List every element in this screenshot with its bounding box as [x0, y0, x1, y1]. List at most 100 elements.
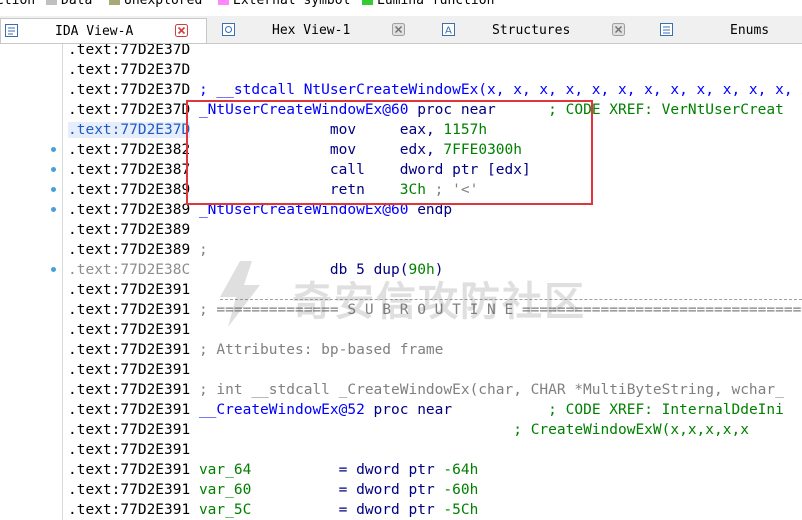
tab-hex-view-1[interactable]: Hex View-1	[208, 18, 414, 43]
svg-text:A: A	[445, 26, 452, 37]
address: .text:77D2E391	[68, 322, 191, 338]
comment: ;	[190, 242, 208, 258]
comment: ; Attributes: bp-based frame	[190, 342, 444, 358]
legend-swatch	[46, 0, 57, 5]
address: .text:77D2E37D	[68, 82, 191, 98]
code-line[interactable]: .text:77D2E391 ; int __stdcall _CreateWi…	[68, 380, 784, 400]
code-xref[interactable]: ; CreateWindowExW(x,x,x,x,x	[513, 422, 749, 438]
code-line[interactable]: .text:77D2E38C db 5 dup(90h)	[68, 260, 443, 280]
legend-item-lumina-function: Lumina function	[362, 0, 494, 8]
address: .text:77D2E389	[68, 182, 191, 198]
address: .text:77D2E391	[68, 502, 191, 518]
address: .text:77D2E387	[68, 162, 191, 178]
address: .text:77D2E391	[68, 482, 191, 498]
stack-var-offset: -5Ch	[443, 502, 479, 518]
address: .text:77D2E389	[68, 202, 191, 218]
color-legend: ction Data Unexplored External symbol Lu…	[0, 0, 802, 8]
code-line[interactable]: .text:77D2E37D	[68, 60, 190, 80]
code-line[interactable]: .text:77D2E391 ; Attributes: bp-based fr…	[68, 340, 443, 360]
address: .text:77D2E389	[68, 222, 191, 238]
breakpoint-dot[interactable]	[51, 147, 56, 152]
tab-label: Hex View-1	[272, 23, 351, 38]
address: .text:77D2E37D	[68, 102, 191, 118]
hex-view-icon	[222, 23, 235, 36]
stack-var-name[interactable]: var_5C	[199, 502, 251, 518]
function-name[interactable]: __CreateWindowEx@52	[199, 402, 365, 418]
code-line[interactable]: .text:77D2E391	[68, 440, 190, 460]
address: .text:77D2E391	[68, 382, 191, 398]
stack-var-type: = dword ptr	[338, 482, 444, 498]
function-comment: ; __stdcall NtUserCreateWindowEx(x, x, x…	[190, 82, 802, 98]
code-line[interactable]: .text:77D2E389 ;	[68, 240, 208, 260]
address: .text:77D2E391	[68, 442, 191, 458]
breakpoint-dot[interactable]	[51, 207, 56, 212]
address: .text:77D2E391	[68, 362, 191, 378]
operand-tail: )	[434, 262, 444, 278]
stack-var-name[interactable]: var_64	[199, 462, 251, 478]
address: .text:77D2E37D	[68, 122, 191, 138]
function-separator	[220, 299, 802, 300]
code-line[interactable]: .text:77D2E391 ; CreateWindowExW(x,x,x,x…	[68, 420, 749, 440]
ida-view-icon	[5, 24, 18, 37]
code-line[interactable]: .text:77D2E391 var_5C = dword ptr -5Ch	[68, 500, 478, 520]
operand: 5 dup(	[356, 262, 409, 278]
address: .text:77D2E382	[68, 142, 191, 158]
code-line[interactable]: .text:77D2E391 var_60 = dword ptr -60h	[68, 480, 478, 500]
breakpoint-dot[interactable]	[51, 187, 56, 192]
tab-ida-view-a[interactable]: IDA View-A	[0, 18, 207, 43]
code-line[interactable]: .text:77D2E391	[68, 280, 190, 300]
code-line[interactable]: .text:77D2E37D ; __stdcall NtUserCreateW…	[68, 80, 802, 100]
legend-swatch	[109, 0, 120, 5]
close-icon[interactable]	[175, 24, 188, 37]
close-icon[interactable]	[392, 23, 405, 36]
legend-swatch	[218, 0, 229, 5]
highlight-box	[186, 100, 593, 205]
legend-item-data: Data	[46, 0, 92, 8]
code-line[interactable]: .text:77D2E391 var_64 = dword ptr -64h	[68, 460, 478, 480]
address: .text:77D2E391	[68, 282, 191, 298]
tab-label: Structures	[492, 23, 571, 38]
address: .text:77D2E391	[68, 402, 191, 418]
subroutine-banner: ; ============== S U B R O U T I N E ===…	[190, 302, 802, 318]
address: .text:77D2E391	[68, 302, 191, 318]
address: .text:77D2E389	[68, 242, 191, 258]
mnemonic: db	[329, 262, 348, 278]
code-line[interactable]: .text:77D2E391	[68, 360, 190, 380]
comment: ; int __stdcall _CreateWindowEx(char, CH…	[190, 382, 784, 398]
address: .text:77D2E391	[68, 422, 191, 438]
legend-item-function: ction	[0, 0, 36, 8]
breakpoint-dot[interactable]	[51, 267, 56, 272]
address: .text:77D2E391	[68, 462, 191, 478]
address: .text:77D2E37D	[68, 44, 191, 58]
enums-icon	[660, 23, 673, 36]
legend-swatch	[362, 0, 373, 5]
legend-item-unexplored: Unexplored	[109, 0, 202, 8]
gutter	[0, 44, 63, 520]
code-line[interactable]: .text:77D2E389	[68, 220, 190, 240]
gutter-divider	[62, 44, 63, 520]
structures-icon: A	[442, 23, 455, 36]
tab-enums[interactable]: Enums	[650, 18, 802, 43]
stack-var-offset: -60h	[443, 482, 479, 498]
stack-var-type: = dword ptr	[338, 502, 444, 518]
code-line[interactable]: .text:77D2E391	[68, 320, 190, 340]
tab-structures[interactable]: A Structures	[428, 18, 638, 43]
code-line[interactable]: .text:77D2E391 ; ============== S U B R …	[68, 300, 802, 320]
tab-bar: IDA View-A Hex View-1 A Structures Enums	[0, 16, 802, 44]
operand-number: 90h	[408, 262, 435, 278]
breakpoint-dot[interactable]	[51, 167, 56, 172]
stack-var-offset: -64h	[443, 462, 479, 478]
legend-item-external-symbol: External symbol	[218, 0, 350, 8]
tab-label: Enums	[730, 23, 770, 38]
code-line[interactable]: .text:77D2E37D	[68, 44, 190, 60]
address: .text:77D2E38C	[68, 262, 191, 278]
code-xref[interactable]: ; CODE XREF: InternalDdeIni	[548, 402, 784, 418]
address: .text:77D2E37D	[68, 62, 191, 78]
disassembly-view[interactable]: .text:77D2E37D .text:77D2E37D .text:77D2…	[0, 44, 802, 520]
stack-var-name[interactable]: var_60	[199, 482, 251, 498]
address: .text:77D2E391	[68, 342, 191, 358]
proc-keyword: proc near	[364, 402, 453, 418]
code-line[interactable]: .text:77D2E391 __CreateWindowEx@52 proc …	[68, 400, 784, 420]
close-icon[interactable]	[612, 23, 625, 36]
stack-var-type: = dword ptr	[338, 462, 444, 478]
